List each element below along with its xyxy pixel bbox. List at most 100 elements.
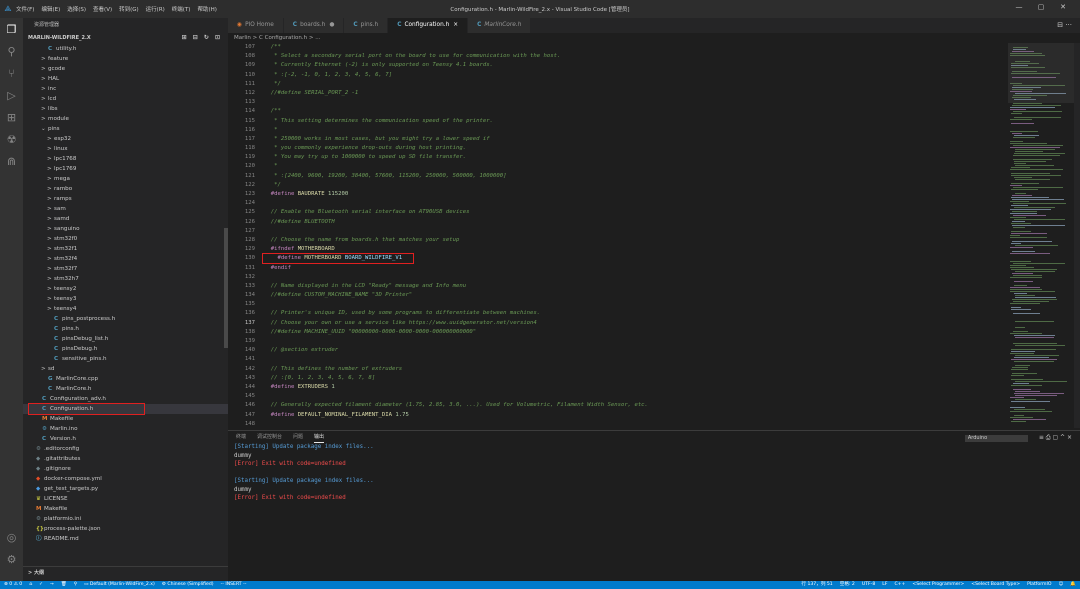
editor-actions[interactable]: ⊟ ··· <box>1057 18 1080 33</box>
platformio-icon[interactable]: ⋒ <box>0 150 23 172</box>
menu-item[interactable]: 选择(S) <box>67 7 86 13</box>
settings-gear-icon[interactable]: ⚙ <box>0 548 23 570</box>
folder-item[interactable]: > module <box>23 114 228 124</box>
status-item[interactable]: C++ <box>894 582 905 587</box>
editor-tab[interactable]: Cpins.h <box>344 18 389 33</box>
file-item[interactable]: CpinsDebug.h <box>23 344 228 354</box>
account-icon[interactable]: ◎ <box>0 526 23 548</box>
folder-item[interactable]: > lcd <box>23 94 228 104</box>
status-item[interactable]: PlatformIO <box>1027 582 1051 587</box>
status-item[interactable]: -- INSERT -- <box>221 582 247 587</box>
file-item[interactable]: Cpins.h <box>23 324 228 334</box>
status-item[interactable]: ▭ Default (Marlin-WildFire_2.x) <box>84 582 155 587</box>
file-item[interactable]: M Makefile <box>23 504 228 514</box>
file-item[interactable]: M Makefile <box>23 414 228 424</box>
file-item[interactable]: ◆ .gitattributes <box>23 454 228 464</box>
file-item[interactable]: Cutility.h <box>23 44 228 54</box>
editor-tab[interactable]: C Configuration.h × <box>388 18 469 33</box>
folder-item[interactable]: > stm32h7 <box>23 274 228 284</box>
extensions-icon[interactable]: ⊞ <box>0 106 23 128</box>
file-item[interactable]: Csensitive_pins.h <box>23 354 228 364</box>
menu-item[interactable]: 文件(F) <box>16 7 34 13</box>
folder-item[interactable]: > teensy2 <box>23 284 228 294</box>
status-item[interactable]: → <box>50 582 54 587</box>
status-item[interactable]: ⊗ 0 ⚠ 0 <box>4 582 22 587</box>
close-button[interactable]: ✕ <box>1052 3 1074 11</box>
minimap-slider[interactable] <box>1008 43 1074 103</box>
menu-item[interactable]: 查看(V) <box>93 7 112 13</box>
code-editor[interactable]: 107 /** 108 * Select a secondary serial p… <box>228 43 1008 428</box>
explorer-actions[interactable]: ⊞ ⊟ ↻ ⊡ <box>182 32 222 44</box>
folder-item[interactable]: > mega <box>23 174 228 184</box>
folder-item[interactable]: > libs <box>23 104 228 114</box>
folder-item[interactable]: > sam <box>23 204 228 214</box>
run-debug-icon[interactable]: ▷ <box>0 84 23 106</box>
panel-action-icons[interactable]: ≡ ⎙ ▢ ^ × <box>1039 434 1072 442</box>
folder-item[interactable]: > linux <box>23 144 228 154</box>
file-item[interactable]: {}process-palette.json <box>23 524 228 534</box>
minimap[interactable] <box>1008 43 1074 428</box>
source-control-icon[interactable]: ⑂ <box>0 62 23 84</box>
folder-item[interactable]: > rambo <box>23 184 228 194</box>
menu-item[interactable]: 终端(T) <box>172 7 191 13</box>
status-item[interactable]: ⌂ <box>29 582 32 587</box>
file-item[interactable]: Cpins_postprocess.h <box>23 314 228 324</box>
status-item[interactable]: ✓ <box>39 582 43 587</box>
menu-item[interactable]: 运行(R) <box>146 7 165 13</box>
outline-section-header[interactable]: > 大纲 <box>23 566 228 579</box>
folder-item[interactable]: > lpc1769 <box>23 164 228 174</box>
status-item[interactable]: 空格: 2 <box>840 582 855 587</box>
file-item[interactable]: ◆ get_test_targets.py <box>23 484 228 494</box>
file-item[interactable]: C Version.h <box>23 434 228 444</box>
folder-item[interactable]: > sanguino <box>23 224 228 234</box>
output-channel-select[interactable]: Arduino <box>964 434 1028 442</box>
panel-tab[interactable]: 输出 <box>314 431 325 443</box>
panel-tab[interactable]: 问题 <box>293 431 303 443</box>
file-item[interactable]: C Configuration.h <box>23 403 228 415</box>
close-tab-icon[interactable]: × <box>453 22 458 28</box>
status-item[interactable]: UTF-8 <box>862 582 875 587</box>
file-item[interactable]: CpinsDebug_list.h <box>23 334 228 344</box>
minimize-button[interactable]: — <box>1008 3 1030 11</box>
folder-item[interactable]: > inc <box>23 84 228 94</box>
folder-item[interactable]: > ramps <box>23 194 228 204</box>
file-item[interactable]: ◆ docker-compose.yml <box>23 474 228 484</box>
menu-item[interactable]: 编辑(E) <box>41 7 60 13</box>
file-item[interactable]: C MarlinCore.h <box>23 384 228 394</box>
editor-tab[interactable]: C MarlinCore.h <box>468 18 532 33</box>
status-item[interactable]: LF <box>882 582 887 587</box>
workspace-section-header[interactable]: MARLIN-WILDFIRE_2.X ⊞ ⊟ ↻ ⊡ <box>23 32 228 44</box>
search-icon[interactable]: ⚲ <box>0 40 23 62</box>
file-item[interactable]: ⓘ README.md <box>23 534 228 544</box>
alien-icon[interactable]: ☢ <box>0 128 23 150</box>
file-item[interactable]: ⚙ Marlin.ino <box>23 424 228 434</box>
folder-item[interactable]: > teensy4 <box>23 304 228 314</box>
folder-item[interactable]: > HAL <box>23 74 228 84</box>
folder-item[interactable]: > feature <box>23 54 228 64</box>
status-item[interactable]: <Select Programmer> <box>912 582 964 587</box>
editor-tab[interactable]: ◉ PIO Home <box>228 18 284 33</box>
file-item[interactable]: ⚙ platformio.ini <box>23 514 228 524</box>
file-item[interactable]: G MarlinCore.cpp <box>23 374 228 384</box>
maximize-button[interactable]: ▢ <box>1030 3 1052 11</box>
editor-scrollbar[interactable] <box>1074 43 1080 428</box>
status-item[interactable]: ⚙ Chinese (Simplified) <box>162 582 214 587</box>
folder-item[interactable]: > lpc1768 <box>23 154 228 164</box>
file-item[interactable]: ♛ LICENSE <box>23 494 228 504</box>
files-icon[interactable]: ❐ <box>0 18 23 40</box>
status-item[interactable]: <Select Board Type> <box>971 582 1020 587</box>
status-item[interactable]: 🔔 <box>1070 582 1076 587</box>
menu-item[interactable]: 转到(G) <box>119 7 139 13</box>
menu-item[interactable]: 帮助(H) <box>197 7 216 13</box>
panel-tab[interactable]: 调试控制台 <box>257 431 282 443</box>
folder-item[interactable]: > stm32f1 <box>23 244 228 254</box>
folder-item[interactable]: > esp32 <box>23 134 228 144</box>
panel-tab[interactable]: 终端 <box>236 431 246 443</box>
file-item[interactable]: ◆ .gitignore <box>23 464 228 474</box>
file-item[interactable]: ⚙ .editorconfig <box>23 444 228 454</box>
status-item[interactable]: 🗑 <box>61 582 67 587</box>
folder-item[interactable]: > samd <box>23 214 228 224</box>
folder-item[interactable]: > sd <box>23 364 228 374</box>
folder-item[interactable]: > stm32f7 <box>23 264 228 274</box>
folder-item[interactable]: > gcode <box>23 64 228 74</box>
